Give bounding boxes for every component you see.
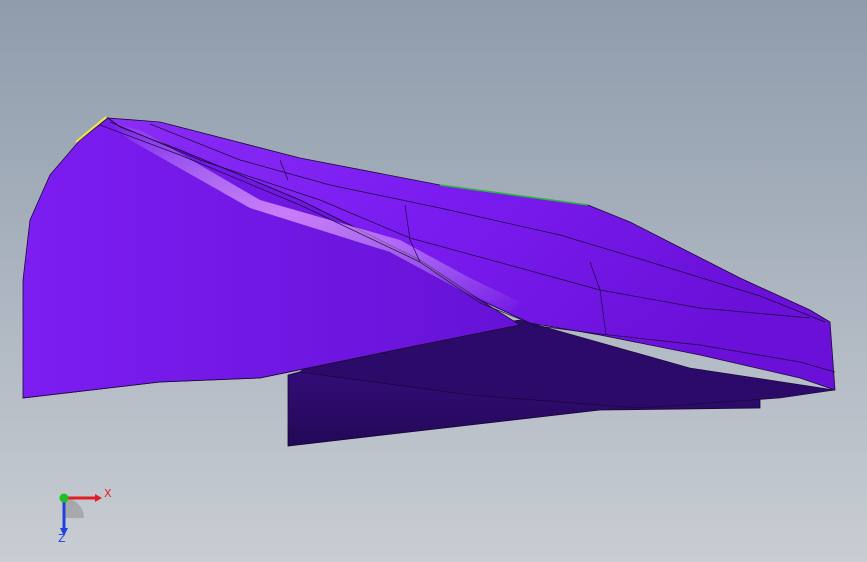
z-axis-label: Z xyxy=(58,532,66,545)
x-axis-label: X xyxy=(104,487,112,500)
y-axis-dot xyxy=(59,493,69,503)
reference-triad: X Z xyxy=(40,480,120,550)
triad-graphic: X Z xyxy=(58,487,112,545)
model-canvas[interactable] xyxy=(0,0,867,562)
cad-graphics-viewport[interactable]: X Z xyxy=(0,0,867,562)
